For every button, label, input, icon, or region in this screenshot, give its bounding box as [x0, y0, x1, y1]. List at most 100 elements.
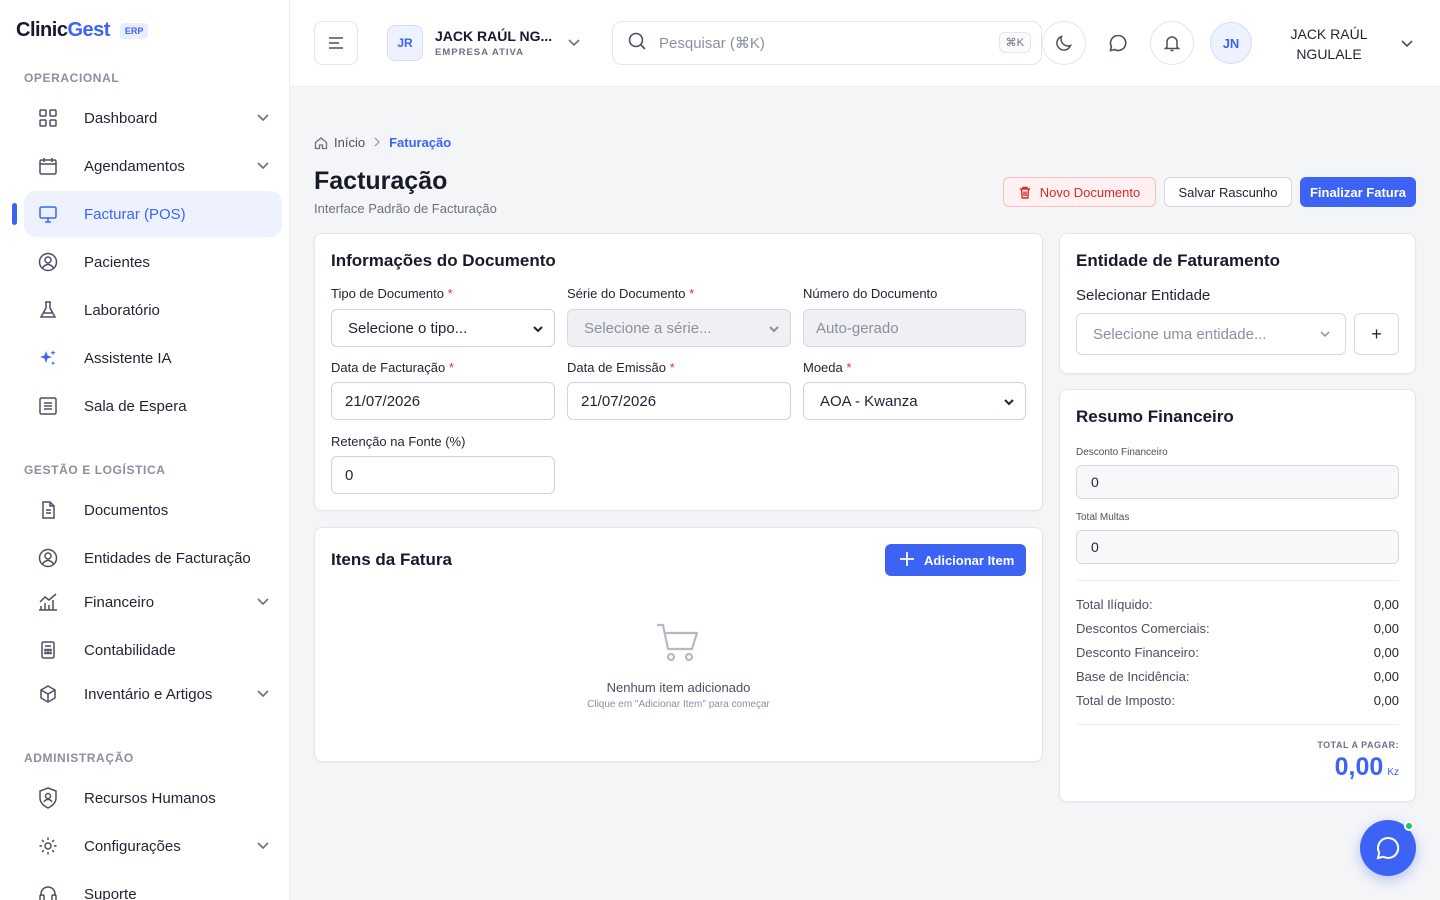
messages-button[interactable]	[1096, 21, 1140, 65]
summary-row-label: Desconto Financeiro:	[1076, 645, 1199, 660]
new-document-button[interactable]: Novo Documento	[1003, 177, 1156, 207]
search-input[interactable]	[659, 34, 979, 52]
summary-row-value: 0,00	[1373, 645, 1399, 660]
user-name[interactable]: JACK RAÚL NGULALE	[1280, 24, 1378, 64]
summary-row-value: 0,00	[1373, 597, 1399, 612]
sidebar-item-label: Agendamentos	[84, 157, 185, 175]
sidebar-item-label: Suporte	[84, 885, 137, 900]
sidebar-item-label: Facturar (POS)	[84, 205, 186, 223]
withholding-input[interactable]: 0	[331, 456, 555, 494]
chevron-down-icon	[256, 838, 270, 857]
chat-icon	[1376, 836, 1400, 860]
add-item-button[interactable]: Adicionar Item	[885, 544, 1026, 576]
entity-select[interactable]: Selecione uma entidade...	[1076, 313, 1346, 355]
withholding-value: 0	[345, 466, 354, 484]
sidebar-item-configuracoes[interactable]: Configurações	[24, 823, 282, 869]
bell-icon	[1163, 36, 1181, 52]
sidebar-item-pacientes[interactable]: Pacientes	[24, 239, 282, 285]
chevron-down-icon	[567, 35, 581, 54]
add-entity-button[interactable]: +	[1354, 313, 1399, 355]
list-icon	[37, 395, 59, 417]
breadcrumb-separator-icon	[373, 135, 381, 150]
new-document-label: Novo Documento	[1039, 184, 1141, 200]
flask-icon	[37, 299, 59, 321]
total-to-pay: 0,00 Kz	[1200, 753, 1399, 782]
total-fines-label: Total Multas	[1076, 512, 1130, 523]
top-header: JR JACK RAÚL NG... EMPRESA ATIVA ⌘K JN J…	[290, 0, 1440, 87]
add-item-label: Adicionar Item	[924, 552, 1015, 568]
invoice-date-input[interactable]: 21/07/2026	[331, 382, 555, 420]
calculator-icon	[37, 639, 59, 661]
sidebar-item-entidades[interactable]: Entidades de Facturação	[24, 535, 282, 581]
issue-date-value: 21/07/2026	[581, 392, 657, 410]
document-info-title: Informações do Documento	[331, 251, 556, 270]
financial-discount-label: Desconto Financeiro	[1076, 447, 1168, 458]
user-circle-icon	[37, 547, 59, 569]
sidebar-item-recursos-humanos[interactable]: Recursos Humanos	[24, 775, 282, 821]
chevron-down-icon	[256, 594, 270, 613]
total-fines-input[interactable]: 0	[1076, 530, 1399, 564]
chevron-down-icon	[768, 322, 780, 339]
page-title: Facturação	[314, 167, 448, 195]
sidebar-item-contabilidade[interactable]: Contabilidade	[24, 627, 282, 673]
empty-state-title: Nenhum item adicionado	[606, 680, 751, 695]
moon-icon	[1056, 35, 1072, 51]
sidebar-item-dashboard[interactable]: Dashboard	[24, 95, 282, 141]
doc-type-select[interactable]: Selecione o tipo...	[331, 309, 555, 347]
sidebar-item-suporte[interactable]: Suporte	[24, 871, 282, 900]
financial-discount-input[interactable]: 0	[1076, 465, 1399, 499]
sidebar-item-financeiro[interactable]: Financeiro	[24, 579, 282, 625]
entity-select-placeholder: Selecione uma entidade...	[1093, 325, 1267, 343]
sidebar-item-label: Entidades de Facturação	[84, 549, 251, 567]
summary-row-label: Descontos Comerciais:	[1076, 621, 1210, 636]
search-icon	[627, 31, 647, 56]
breadcrumb-home[interactable]: Início	[334, 135, 365, 150]
invoice-items-title: Itens da Fatura	[331, 550, 452, 569]
sidebar-item-agendamentos[interactable]: Agendamentos	[24, 143, 282, 189]
online-status-dot	[1404, 821, 1414, 831]
sidebar-item-facturar-pos[interactable]: Facturar (POS)	[24, 191, 282, 237]
sidebar-item-documentos[interactable]: Documentos	[24, 487, 282, 533]
theme-toggle-button[interactable]	[1042, 21, 1086, 65]
menu-icon	[329, 37, 343, 49]
sidebar-item-assistente-ia[interactable]: Assistente IA	[24, 335, 282, 381]
home-icon[interactable]	[314, 136, 328, 150]
user-avatar[interactable]: JN	[1210, 22, 1252, 64]
currency-select[interactable]: AOA - Kwanza	[803, 382, 1026, 420]
notifications-button[interactable]	[1150, 21, 1194, 65]
company-switcher[interactable]: JR JACK RAÚL NG... EMPRESA ATIVA	[387, 25, 580, 61]
sidebar-item-label: Financeiro	[84, 593, 155, 611]
brand-logo[interactable]: ClinicGest ERP	[16, 19, 149, 42]
finalize-invoice-button[interactable]: Finalizar Fatura	[1300, 177, 1416, 207]
save-draft-button[interactable]: Salvar Rascunho	[1164, 177, 1292, 207]
invoice-date-label: Data de Facturação *	[331, 360, 454, 375]
doc-series-select[interactable]: Selecione a série...	[567, 309, 791, 347]
section-title-administracao: ADMINISTRAÇÃO	[24, 751, 134, 765]
issue-date-input[interactable]: 21/07/2026	[567, 382, 791, 420]
sidebar-item-label: Laboratório	[84, 301, 160, 319]
search-box[interactable]: ⌘K	[612, 21, 1042, 65]
sidebar-item-sala-de-espera[interactable]: Sala de Espera	[24, 383, 282, 429]
gear-icon	[37, 835, 59, 857]
doc-type-label: Tipo de Documento *	[331, 286, 453, 301]
chat-icon	[1109, 34, 1127, 52]
document-icon	[37, 499, 59, 521]
grid-icon	[37, 107, 59, 129]
summary-row-value: 0,00	[1373, 693, 1399, 708]
calendar-icon	[37, 155, 59, 177]
issue-date-label: Data de Emissão *	[567, 360, 675, 375]
sidebar-item-label: Contabilidade	[84, 641, 176, 659]
doc-number-placeholder: Auto-gerado	[816, 319, 899, 337]
total-to-pay-label: TOTAL A PAGAR:	[1317, 740, 1399, 750]
sidebar-item-laboratorio[interactable]: Laboratório	[24, 287, 282, 333]
summary-row-label: Total Ilíquido:	[1076, 597, 1153, 612]
chevron-down-icon[interactable]	[1400, 36, 1414, 55]
section-title-gestao: GESTÃO E LOGÍSTICA	[24, 463, 166, 477]
chevron-down-icon	[256, 110, 270, 129]
empty-state-hint: Clique em "Adicionar Item" para começar	[587, 699, 770, 710]
total-to-pay-value: 0,00	[1334, 753, 1384, 781]
menu-toggle-button[interactable]	[314, 21, 358, 65]
sidebar-item-inventario[interactable]: Inventário e Artigos	[24, 671, 282, 717]
breadcrumb-current: Faturação	[389, 135, 452, 150]
divider	[1076, 724, 1399, 725]
